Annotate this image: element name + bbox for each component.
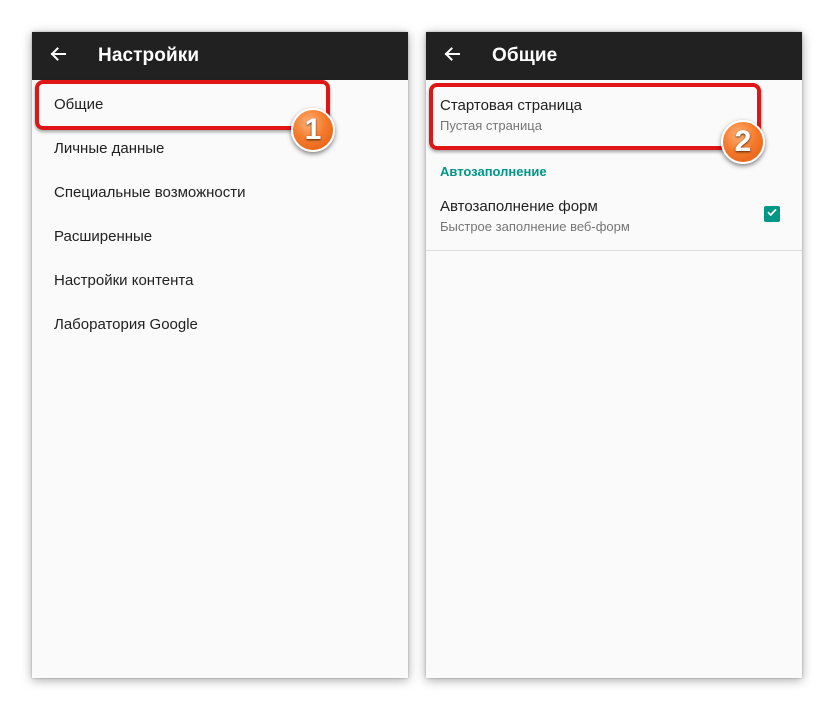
arrow-left-icon (49, 45, 67, 68)
back-button[interactable] (428, 32, 476, 80)
autofill-checkbox[interactable] (764, 206, 780, 222)
settings-appbar: Настройки (32, 32, 408, 80)
menu-item-google-labs[interactable]: Лаборатория Google (32, 302, 408, 346)
autofill-forms-summary: Быстрое заполнение веб-форм (440, 219, 630, 234)
step1-badge: 1 (291, 108, 335, 152)
menu-item-content-settings[interactable]: Настройки контента (32, 258, 408, 302)
start-page-title: Стартовая страница (440, 97, 583, 114)
arrow-left-icon (443, 45, 461, 68)
back-button[interactable] (34, 32, 82, 80)
menu-item-advanced[interactable]: Расширенные (32, 214, 408, 258)
menu-item-accessibility[interactable]: Специальные возможности (32, 170, 408, 214)
page-title: Общие (492, 45, 558, 66)
autofill-forms-title: Автозаполнение форм (440, 198, 598, 215)
step2-badge: 2 (721, 120, 765, 164)
menu-item-general[interactable]: Общие (32, 82, 408, 126)
settings-menu: Общие Личные данные Специальные возможно… (32, 80, 408, 346)
page-title: Настройки (98, 45, 200, 66)
checkmark-icon (766, 205, 778, 223)
screenshot-canvas: Настройки Общие Личные данные Специальны… (0, 0, 834, 710)
general-appbar: Общие (426, 32, 802, 80)
autofill-forms-preference[interactable]: Автозаполнение форм Быстрое заполнение в… (426, 184, 802, 251)
menu-item-personal-data[interactable]: Личные данные (32, 126, 408, 170)
settings-screen: Настройки Общие Личные данные Специальны… (32, 32, 408, 678)
